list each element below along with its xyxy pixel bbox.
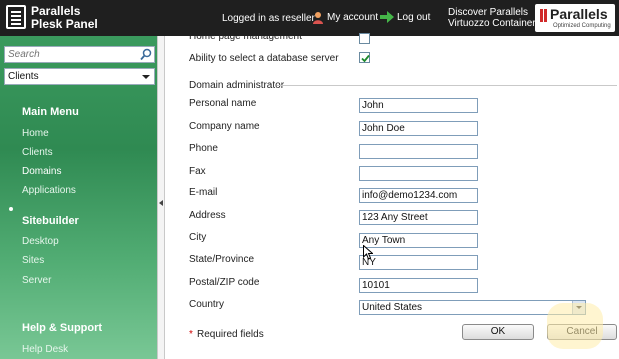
log-out-link[interactable]: Log out: [380, 11, 430, 23]
city-label: City: [189, 232, 207, 243]
search-input[interactable]: [8, 48, 136, 61]
chevron-down-icon: [142, 75, 150, 79]
logged-in-text: Logged in as reseller: [222, 13, 315, 24]
db-server-checkbox[interactable]: [359, 52, 370, 63]
active-bullet-icon: [9, 207, 13, 211]
sidebar-item-clients[interactable]: Clients: [22, 147, 53, 158]
ok-button[interactable]: OK: [462, 324, 534, 340]
state-field[interactable]: [359, 255, 478, 270]
city-field[interactable]: [359, 233, 478, 248]
sidebar-item-help-desk[interactable]: Help Desk: [22, 344, 68, 355]
arrow-right-icon: [380, 11, 394, 23]
product-title-line2: Plesk Panel: [31, 17, 98, 31]
help-support-heading: Help & Support: [22, 322, 103, 334]
search-box: [4, 46, 155, 63]
company-name-field[interactable]: [359, 121, 478, 136]
sidebar-item-desktop[interactable]: Desktop: [22, 236, 59, 247]
country-select-value: United States: [362, 302, 423, 313]
email-field[interactable]: [359, 188, 478, 203]
sidebar-item-home[interactable]: Home: [22, 128, 49, 139]
log-out-label: Log out: [397, 11, 431, 23]
required-fields-note: Required fields: [197, 329, 264, 340]
phone-label: Phone: [189, 143, 218, 154]
address-field[interactable]: [359, 210, 478, 225]
email-label: E-mail: [189, 187, 218, 198]
section-title: Domain administrator: [189, 80, 285, 91]
personal-name-label: Personal name: [189, 98, 257, 109]
parallels-bars-icon: [540, 9, 548, 22]
fax-label: Fax: [189, 166, 206, 177]
sidebar-item-sites[interactable]: Sites: [22, 255, 44, 266]
country-label: Country: [189, 299, 225, 310]
sidebar-item-domains[interactable]: Domains: [22, 166, 61, 177]
parallels-logo-subtitle: Optimized Computing: [553, 23, 611, 29]
address-label: Address: [189, 210, 226, 221]
parallels-logo-text: Parallels: [550, 6, 608, 22]
section-divider: [277, 85, 617, 86]
checkmark-icon: [361, 54, 370, 63]
plesk-logo-icon: [6, 5, 26, 29]
discover-line1: Discover Parallels: [448, 7, 529, 18]
sidebar-item-applications[interactable]: Applications: [22, 185, 76, 196]
company-name-label: Company name: [189, 121, 260, 132]
context-select[interactable]: Clients: [4, 68, 155, 85]
main-menu-heading: Main Menu: [22, 106, 79, 118]
fax-field[interactable]: [359, 166, 478, 181]
discover-line2: Virtuozzo Containers: [448, 18, 541, 29]
phone-field[interactable]: [359, 144, 478, 159]
postal-code-field[interactable]: [359, 278, 478, 293]
sitebuilder-heading: Sitebuilder: [22, 215, 79, 227]
postal-code-label: Postal/ZIP code: [189, 277, 260, 288]
sidebar: Clients Main Menu Home Clients Domains A…: [0, 36, 157, 359]
product-title: Parallels Plesk Panel: [31, 5, 98, 31]
state-label: State/Province: [189, 254, 255, 265]
home-page-management-checkbox[interactable]: [359, 33, 370, 44]
user-icon: [313, 12, 323, 24]
sidebar-collapse-gutter[interactable]: [157, 36, 165, 359]
discover-parallels-link[interactable]: Discover Parallels Virtuozzo Containers: [448, 7, 541, 29]
my-account-label: My account: [327, 12, 379, 23]
top-header: Parallels Plesk Panel Logged in as resel…: [0, 0, 619, 36]
personal-name-field[interactable]: [359, 98, 478, 113]
parallels-brand-logo: Parallels Optimized Computing: [535, 4, 615, 32]
context-select-value: Clients: [8, 71, 39, 82]
search-icon[interactable]: [140, 48, 152, 61]
my-account-link[interactable]: My account: [312, 11, 378, 24]
sidebar-item-server[interactable]: Server: [22, 275, 51, 286]
db-server-label: Ability to select a database server: [189, 53, 339, 64]
required-asterisk: *: [189, 329, 193, 340]
highlight-glow: [547, 303, 603, 349]
collapse-arrow-icon: [159, 200, 163, 206]
home-page-management-label: Home page management: [189, 31, 302, 42]
mouse-pointer-icon: [363, 245, 373, 260]
